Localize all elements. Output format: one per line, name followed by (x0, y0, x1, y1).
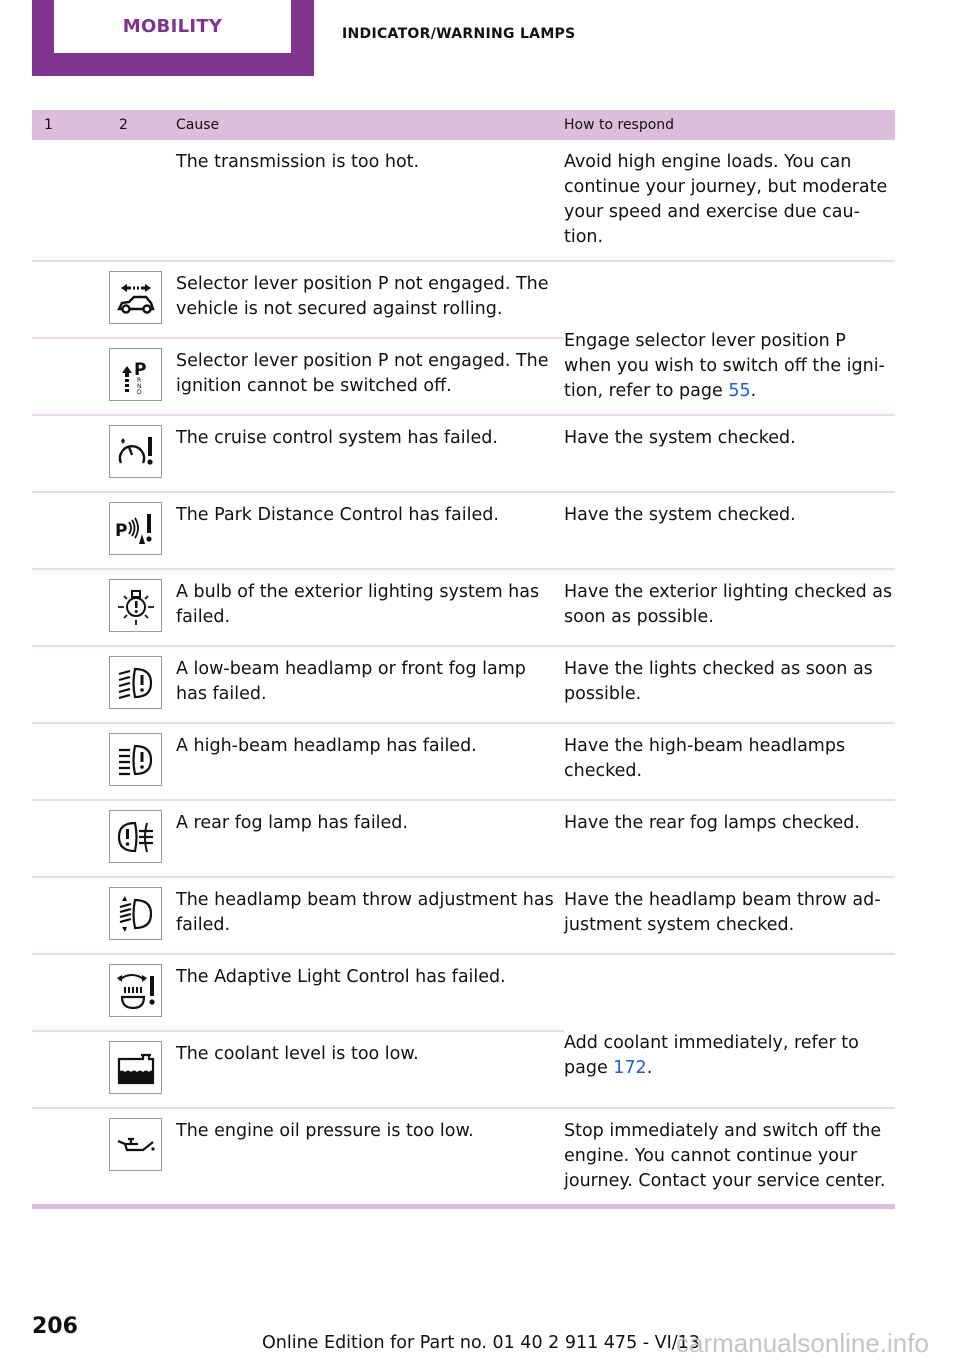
chapter-tab: MOBILITY (32, 0, 314, 76)
table-row: The Adaptive Light Control has failed. A… (32, 954, 895, 1109)
cause-text: A bulb of the exterior lighting system h… (176, 569, 564, 647)
table-row: A rear fog lamp has failed. Have the rea… (32, 800, 895, 878)
respond-text: Have the system checked. (564, 415, 895, 493)
respond-text-prefix: Engage selector lever position P when yo… (564, 331, 885, 401)
cell-col1 (32, 569, 107, 647)
cell-icon (107, 569, 176, 647)
cause-text: A high-beam headlamp has failed. (176, 723, 564, 801)
column-header-cause: Cause (176, 110, 564, 140)
warning-lamps-table: 1 2 Cause How to respond The transmissio… (32, 110, 895, 1209)
cell-icon: P R N D (107, 338, 176, 416)
column-header-respond: How to respond (564, 110, 895, 140)
respond-text: Have the exterior lighting checked as so… (564, 569, 895, 647)
page-link[interactable]: 55 (728, 381, 750, 401)
car-rolling-icon (109, 271, 162, 324)
table-row: Selector lever position P not engaged. T… (32, 261, 895, 416)
cause-text: The cruise control system has failed. (176, 415, 564, 493)
respond-text: Have the headlamp beam throw ad-justment… (564, 877, 895, 955)
column-header-1: 1 (32, 110, 107, 140)
cell-col1 (32, 646, 107, 724)
section-title: INDICATOR/WARNING LAMPS (342, 26, 576, 42)
page-number: 206 (32, 1314, 78, 1339)
cell-icon (107, 800, 176, 878)
cell-icon (107, 1031, 176, 1109)
table-row: A high-beam headlamp has failed. Have th… (32, 723, 895, 801)
cell-col1 (32, 140, 107, 262)
table-row: The headlamp beam throw adjustment has f… (32, 877, 895, 955)
cruise-control-warning-icon (109, 425, 162, 478)
respond-text-suffix: . (646, 1058, 653, 1078)
respond-text: Have the lights checked as soon as possi… (564, 646, 895, 724)
cell-col1 (32, 723, 107, 801)
rear-fog-lamp-warning-icon (109, 810, 162, 863)
respond-text: Stop immediately and switch off the engi… (564, 1108, 895, 1209)
cell-icon (107, 954, 176, 1032)
cause-text: The transmission is too hot. (176, 140, 564, 262)
cell-icon: P (107, 492, 176, 570)
park-distance-control-warning-icon: P (109, 502, 162, 555)
table-row: P The Park Distance Control has failed. … (32, 492, 895, 570)
cell-col1 (32, 492, 107, 570)
low-beam-warning-icon (109, 656, 162, 709)
cause-text: The headlamp beam throw adjustment has f… (176, 877, 564, 955)
table-row: The cruise control system has failed. Ha… (32, 415, 895, 493)
cell-col1 (32, 415, 107, 493)
cell-icon (107, 646, 176, 724)
exterior-bulb-warning-icon (109, 579, 162, 632)
edition-footer: Online Edition for Part no. 01 40 2 911 … (262, 1333, 700, 1353)
selector-lever-p-icon: P R N D (109, 348, 162, 401)
headlamp-range-adjust-icon (109, 887, 162, 940)
chapter-title: MOBILITY (122, 16, 223, 37)
coolant-level-icon (109, 1041, 162, 1094)
cell-icon (107, 415, 176, 493)
respond-text-prefix: Add coolant immediately, refer to page (564, 1033, 859, 1078)
page-link[interactable]: 172 (613, 1058, 646, 1078)
svg-text:D: D (137, 389, 142, 396)
cell-col1 (32, 954, 107, 1032)
table-header-row: 1 2 Cause How to respond (32, 110, 895, 140)
respond-text: Add coolant immediately, refer to page 1… (564, 954, 895, 1109)
cause-text: Selector lever position P not engaged. T… (176, 261, 564, 339)
high-beam-warning-icon (109, 733, 162, 786)
respond-text: Avoid high engine loads. You can continu… (564, 140, 895, 262)
cause-text: A rear fog lamp has failed. (176, 800, 564, 878)
cause-text: Selector lever position P not engaged. T… (176, 338, 564, 416)
column-header-2: 2 (107, 110, 176, 140)
cell-icon (107, 723, 176, 801)
cell-col1 (32, 1108, 107, 1209)
chapter-tab-inner: MOBILITY (54, 0, 291, 53)
cell-col1 (32, 1031, 107, 1109)
watermark: carmanualsonline.info (676, 1328, 929, 1358)
cell-icon (107, 1108, 176, 1209)
table-row: The engine oil pressure is too low. Stop… (32, 1108, 895, 1209)
cell-col1 (32, 877, 107, 955)
cause-text: The Adaptive Light Control has failed. (176, 954, 564, 1032)
respond-text: Have the rear fog lamps checked. (564, 800, 895, 878)
table-row: A low-beam headlamp or front fog lamp ha… (32, 646, 895, 724)
adaptive-light-warning-icon (109, 964, 162, 1017)
cause-text: The coolant level is too low. (176, 1031, 564, 1109)
respond-text: Engage selector lever position P when yo… (564, 261, 895, 416)
cause-text: The Park Distance Control has failed. (176, 492, 564, 570)
respond-text-suffix: . (750, 381, 757, 401)
cause-text: The engine oil pressure is too low. (176, 1108, 564, 1209)
cell-col1 (32, 261, 107, 339)
svg-text:P: P (115, 521, 127, 541)
table-row: A bulb of the exterior lighting system h… (32, 569, 895, 647)
cause-text: A low-beam headlamp or front fog lamp ha… (176, 646, 564, 724)
cell-icon (107, 140, 176, 262)
oil-pressure-icon (109, 1118, 162, 1171)
cell-col1 (32, 338, 107, 416)
respond-text: Have the system checked. (564, 492, 895, 570)
respond-text: Have the high-beam headlamps checked. (564, 723, 895, 801)
table-row: The transmission is too hot. Avoid high … (32, 140, 895, 262)
cell-col1 (32, 800, 107, 878)
cell-icon (107, 877, 176, 955)
cell-icon (107, 261, 176, 339)
